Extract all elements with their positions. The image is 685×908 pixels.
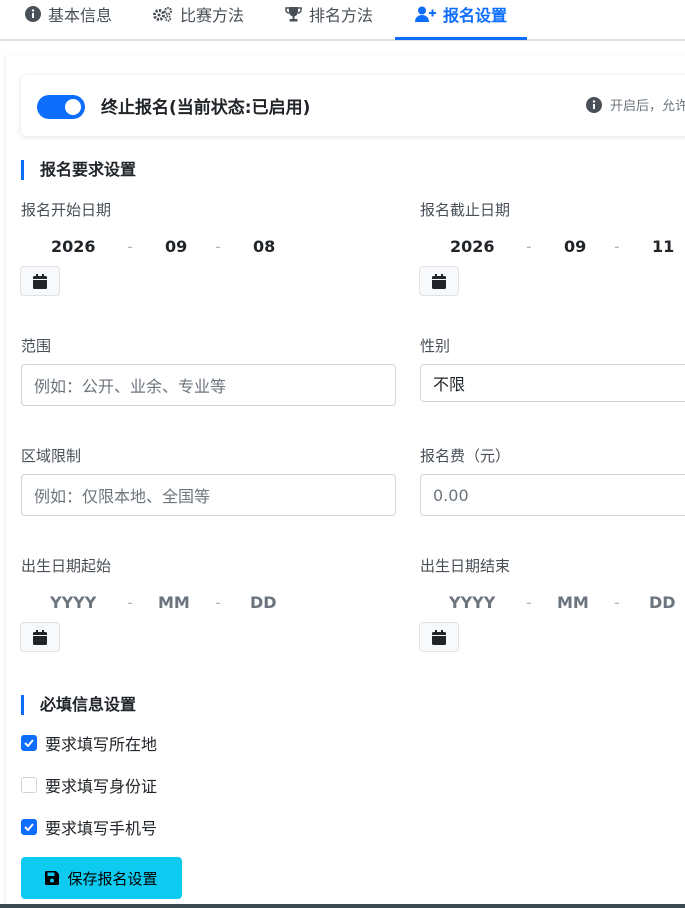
registration-status-card: 终止报名(当前状态:已启用) 开启后，允许 xyxy=(21,75,685,136)
birth-end-year[interactable]: YYYY xyxy=(449,593,495,612)
birth-start-calendar-button[interactable] xyxy=(20,622,60,652)
checkbox-checked[interactable] xyxy=(21,819,37,835)
floppy-disk-icon xyxy=(45,871,60,885)
scope-placeholder: 例如：公开、业余、专业等 xyxy=(34,377,227,396)
tab-registration-settings[interactable]: 报名设置 xyxy=(415,0,507,40)
date-separator: - xyxy=(526,237,532,256)
birth-start-input[interactable]: YYYY - MM - DD xyxy=(21,593,301,617)
check-icon xyxy=(24,739,34,747)
scope-input[interactable]: 例如：公开、业余、专业等 xyxy=(21,364,396,406)
active-tab-indicator xyxy=(395,37,527,40)
birth-start-label: 出生日期起始 xyxy=(21,557,112,575)
end-date-calendar-button[interactable] xyxy=(419,266,459,296)
calendar-icon xyxy=(33,273,47,289)
fee-placeholder: 0.00 xyxy=(433,485,469,505)
date-separator: - xyxy=(614,593,620,612)
trophy-icon xyxy=(285,7,302,22)
check-icon xyxy=(24,823,34,831)
gender-selected-value: 不限 xyxy=(433,375,466,394)
tab-label: 排名方法 xyxy=(309,6,374,25)
fee-label: 报名费（元） xyxy=(420,447,511,465)
date-separator: - xyxy=(127,593,133,612)
save-registration-settings-button[interactable]: 保存报名设置 xyxy=(21,857,182,899)
calendar-icon xyxy=(432,273,446,289)
checkbox-unchecked[interactable] xyxy=(21,777,37,793)
start-date-calendar-button[interactable] xyxy=(20,266,60,296)
gender-label: 性别 xyxy=(420,337,451,355)
info-circle-icon xyxy=(586,96,602,113)
date-separator: - xyxy=(614,237,620,256)
end-date-year[interactable]: 2026 xyxy=(450,237,495,256)
birth-start-day[interactable]: DD xyxy=(250,593,277,612)
calendar-icon xyxy=(33,629,47,645)
tab-bar: 基本信息 比赛方法 排名方法 报名设置 xyxy=(0,0,685,41)
check-label: 要求填写所在地 xyxy=(45,735,158,754)
birth-end-day[interactable]: DD xyxy=(649,593,676,612)
birth-end-input[interactable]: YYYY - MM - DD xyxy=(420,593,685,617)
tab-ranking-method[interactable]: 排名方法 xyxy=(285,0,373,40)
birth-end-calendar-button[interactable] xyxy=(419,622,459,652)
end-date-day[interactable]: 11 xyxy=(652,237,674,256)
region-label: 区域限制 xyxy=(21,447,82,465)
user-plus-icon xyxy=(415,6,436,22)
tab-label: 报名设置 xyxy=(443,6,508,25)
birth-end-month[interactable]: MM xyxy=(557,593,589,612)
start-date-month[interactable]: 09 xyxy=(165,237,187,256)
section-title-required-info: 必填信息设置 xyxy=(21,695,136,715)
check-label: 要求填写手机号 xyxy=(45,819,158,838)
status-hint-text: 开启后，允许 xyxy=(610,99,685,114)
info-circle-icon xyxy=(25,6,41,22)
check-require-id-card[interactable]: 要求填写身份证 xyxy=(21,775,158,796)
end-date-label: 报名截止日期 xyxy=(420,201,511,219)
tab-basic-info[interactable]: 基本信息 xyxy=(25,0,112,40)
status-label: 终止报名(当前状态:已启用) xyxy=(101,98,311,118)
check-label: 要求填写身份证 xyxy=(45,777,158,796)
region-input[interactable]: 例如：仅限本地、全国等 xyxy=(21,474,396,516)
birth-start-year[interactable]: YYYY xyxy=(50,593,96,612)
gears-icon xyxy=(153,6,173,22)
check-require-location[interactable]: 要求填写所在地 xyxy=(21,733,158,754)
birth-start-month[interactable]: MM xyxy=(158,593,190,612)
registration-toggle[interactable] xyxy=(37,95,85,119)
date-separator: - xyxy=(127,237,133,256)
region-placeholder: 例如：仅限本地、全国等 xyxy=(34,487,211,506)
fee-input[interactable]: 0.00 xyxy=(420,474,685,516)
status-hint: 开启后，允许 xyxy=(586,95,685,114)
scope-label: 范围 xyxy=(21,337,52,355)
start-date-label: 报名开始日期 xyxy=(21,201,112,219)
section-title-requirements: 报名要求设置 xyxy=(21,160,136,180)
start-date-input[interactable]: 2026 - 09 - 08 xyxy=(21,237,301,261)
check-require-phone[interactable]: 要求填写手机号 xyxy=(21,817,158,838)
tab-label: 基本信息 xyxy=(48,6,113,25)
date-separator: - xyxy=(526,593,532,612)
checkbox-checked[interactable] xyxy=(21,735,37,751)
tab-match-method[interactable]: 比赛方法 xyxy=(153,0,244,40)
gender-select[interactable]: 不限 xyxy=(420,364,685,402)
start-date-day[interactable]: 08 xyxy=(253,237,275,256)
tab-label: 比赛方法 xyxy=(180,6,245,25)
date-separator: - xyxy=(215,593,221,612)
toggle-knob xyxy=(65,99,81,115)
bottom-bar xyxy=(0,904,685,908)
birth-end-label: 出生日期结束 xyxy=(420,557,511,575)
save-button-label: 保存报名设置 xyxy=(67,869,158,888)
date-separator: - xyxy=(215,237,221,256)
end-date-input[interactable]: 2026 - 09 - 11 xyxy=(420,237,685,261)
end-date-month[interactable]: 09 xyxy=(564,237,586,256)
start-date-year[interactable]: 2026 xyxy=(51,237,96,256)
calendar-icon xyxy=(432,629,446,645)
